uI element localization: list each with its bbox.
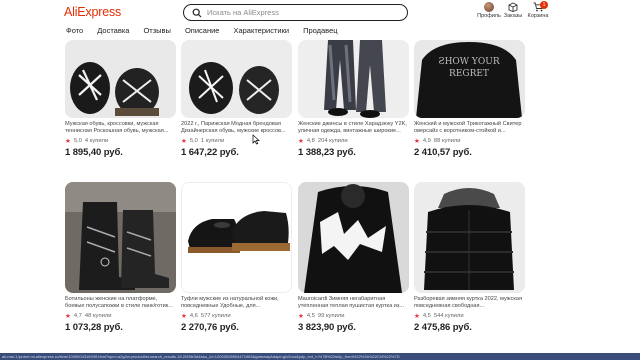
product-title[interactable]: Туфли мужские из натуральной кожи, повсе… xyxy=(181,296,292,310)
product-sold: 4 купили xyxy=(84,138,109,144)
product-price: 1 895,40 руб. xyxy=(65,147,123,158)
product-card[interactable]: Мужская обувь, кроссовки, мужская теннис… xyxy=(65,7,176,158)
product-rating: 4,9 xyxy=(422,138,431,144)
product-image[interactable] xyxy=(65,40,176,118)
star-icon: ★ xyxy=(298,138,304,145)
product-image[interactable] xyxy=(181,40,292,118)
cart-count-badge: 1 xyxy=(540,1,548,9)
product-image[interactable] xyxy=(414,182,525,293)
product-card[interactable]: Женские джинсы в стиле Харадзюку Y2K, ул… xyxy=(298,7,409,158)
product-sold: 99 купили xyxy=(317,313,345,319)
cart-label: Корзина xyxy=(527,13,549,19)
cart-button[interactable]: 1 Корзина xyxy=(526,1,550,19)
product-sold: 544 купили xyxy=(433,313,464,319)
product-title[interactable]: Разборевая зимняя куртка 2022, мужская п… xyxy=(414,296,525,310)
star-icon: ★ xyxy=(65,138,71,145)
product-price: 2 410,57 руб. xyxy=(414,147,472,158)
product-price: 1 073,28 руб. xyxy=(65,322,123,333)
product-image[interactable] xyxy=(65,182,176,293)
star-icon: ★ xyxy=(181,313,187,320)
mouse-cursor-icon xyxy=(252,134,260,145)
product-card[interactable]: Разборевая зимняя куртка 2022, мужская п… xyxy=(414,182,525,333)
product-image[interactable]: ƧHOW YOUR REGRET xyxy=(414,40,525,118)
product-image[interactable] xyxy=(298,40,409,118)
product-card[interactable]: ƧHOW YOUR REGRET Женский и мужской Трико… xyxy=(414,7,525,158)
product-rating: 4,6 xyxy=(189,313,198,319)
product-rating: 4,5 xyxy=(422,313,431,319)
star-icon: ★ xyxy=(181,138,187,145)
product-price: 2 270,76 руб. xyxy=(181,322,239,333)
product-title[interactable]: Ботильоны женские на платформе, боевые п… xyxy=(65,296,176,310)
product-rating: 5,0 xyxy=(189,138,198,144)
svg-text:ƧHOW YOUR: ƧHOW YOUR xyxy=(438,57,499,67)
product-title[interactable]: Мужская обувь, кроссовки, мужская теннис… xyxy=(65,121,176,135)
star-icon: ★ xyxy=(65,313,71,320)
status-bar: ali-mal-1.lpnhnt.ml.aliexpress.ru/item/1… xyxy=(0,353,640,360)
product-sold: 48 купили xyxy=(84,313,112,319)
product-rating: 4,5 xyxy=(306,313,315,319)
status-url: ali-mal-1.lpnhnt.ml.aliexpress.ru/item/1… xyxy=(2,354,400,359)
product-title[interactable]: 2022 г., Парижская Модная брендовая Диза… xyxy=(181,121,292,135)
star-icon: ★ xyxy=(414,138,420,145)
product-rating: 5,0 xyxy=(73,138,82,144)
product-image[interactable] xyxy=(298,182,409,293)
star-icon: ★ xyxy=(414,313,420,320)
product-image[interactable] xyxy=(181,182,292,293)
star-icon: ★ xyxy=(298,313,304,320)
svg-text:REGRET: REGRET xyxy=(449,69,489,79)
product-sold: 88 купили xyxy=(433,138,461,144)
product-rating: 4,7 xyxy=(73,313,82,319)
product-title[interactable]: Mauroicardi Зимняя негабаритная утепленн… xyxy=(298,296,409,310)
product-sold: 204 купили xyxy=(317,138,348,144)
product-rating: 4,8 xyxy=(306,138,315,144)
product-card[interactable]: Mauroicardi Зимняя негабаритная утепленн… xyxy=(298,182,409,333)
product-sold: 1 купили xyxy=(200,138,225,144)
product-title[interactable]: Женские джинсы в стиле Харадзюку Y2K, ул… xyxy=(298,121,409,135)
product-card[interactable]: Туфли мужские из натуральной кожи, повсе… xyxy=(181,182,292,333)
product-title[interactable]: Женский и мужской Трикотажный Свитер ове… xyxy=(414,121,525,135)
product-price: 1 647,22 руб. xyxy=(181,147,239,158)
product-price: 1 388,23 руб. xyxy=(298,147,356,158)
product-sold: 577 купили xyxy=(200,313,231,319)
product-price: 2 475,86 руб. xyxy=(414,322,472,333)
product-card[interactable]: Ботильоны женские на платформе, боевые п… xyxy=(65,182,176,333)
product-price: 3 823,90 руб. xyxy=(298,322,356,333)
product-card[interactable]: 2022 г., Парижская Модная брендовая Диза… xyxy=(181,7,292,158)
